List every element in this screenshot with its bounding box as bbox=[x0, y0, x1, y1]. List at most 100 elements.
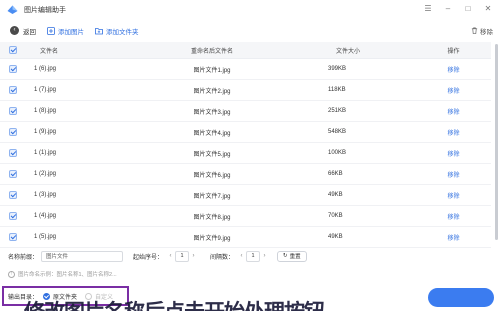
file-table: 文件名 重命名后文件名 文件大小 操作 1 (6).jpg 图片文件1.jpg … bbox=[0, 42, 491, 248]
start-number-label: 起始序号： bbox=[133, 254, 164, 261]
interval-decrement-icon[interactable]: ‹ bbox=[237, 253, 246, 259]
row-size: 399KB bbox=[328, 66, 347, 72]
delete-all-label: 移除 bbox=[480, 28, 493, 36]
row-filename: 1 (5).jpg bbox=[34, 234, 57, 240]
add-folder-button[interactable]: 添加文件夹 bbox=[95, 26, 139, 36]
add-image-label: 添加图片 bbox=[58, 28, 84, 36]
back-button[interactable]: ‹ 返回 bbox=[10, 26, 36, 36]
add-folder-icon bbox=[95, 27, 103, 34]
naming-controls: 名称前缀： 图片文件 起始序号： ‹ 1 › 间隔数： ‹ 1 › ↻ 重置 bbox=[0, 248, 500, 264]
table-row: 1 (1).jpg 图片文件5.jpg 100KB 移除 bbox=[0, 143, 491, 164]
row-checkbox[interactable] bbox=[9, 191, 17, 199]
row-rename: 图片文件8.jpg bbox=[193, 214, 231, 221]
trash-icon bbox=[471, 27, 478, 34]
close-icon[interactable]: ✕ bbox=[484, 4, 492, 13]
window-controls: ☰ – □ ✕ bbox=[424, 4, 492, 13]
header-size: 文件大小 bbox=[336, 48, 361, 55]
hint-text: 图片命名示例：图片名称1、图片名称2... bbox=[18, 272, 117, 278]
row-checkbox[interactable] bbox=[9, 128, 17, 136]
table-row: 1 (6).jpg 图片文件1.jpg 399KB 移除 bbox=[0, 59, 491, 80]
row-checkbox[interactable] bbox=[9, 149, 17, 157]
toolbar: ‹ 返回 添加图片 添加文件夹 移除 bbox=[0, 22, 500, 39]
row-checkbox[interactable] bbox=[9, 107, 17, 115]
interval-value[interactable]: 1 bbox=[246, 250, 261, 262]
reset-label: 重置 bbox=[289, 254, 301, 260]
header-rename: 重命名后文件名 bbox=[190, 48, 233, 55]
row-checkbox[interactable] bbox=[9, 233, 17, 241]
refresh-icon: ↻ bbox=[283, 253, 288, 259]
header-filename: 文件名 bbox=[40, 48, 59, 55]
menu-icon[interactable]: ☰ bbox=[424, 4, 432, 13]
row-rename: 图片文件4.jpg bbox=[193, 130, 231, 137]
start-number-value[interactable]: 1 bbox=[175, 250, 190, 262]
back-label: 返回 bbox=[23, 28, 36, 36]
row-remove-link[interactable]: 移除 bbox=[447, 89, 459, 95]
row-remove-link[interactable]: 移除 bbox=[447, 173, 459, 179]
table-scrollbar[interactable] bbox=[495, 44, 498, 240]
row-rename: 图片文件1.jpg bbox=[193, 67, 231, 74]
add-image-icon bbox=[47, 26, 55, 35]
table-row: 1 (7).jpg 图片文件2.jpg 118KB 移除 bbox=[0, 80, 491, 101]
start-decrement-icon[interactable]: ‹ bbox=[166, 253, 175, 259]
table-row: 1 (5).jpg 图片文件9.jpg 49KB 移除 bbox=[0, 227, 491, 248]
row-size: 251KB bbox=[328, 108, 347, 114]
table-row: 1 (2).jpg 图片文件6.jpg 66KB 移除 bbox=[0, 164, 491, 185]
row-filename: 1 (1).jpg bbox=[34, 150, 57, 156]
add-image-button[interactable]: 添加图片 bbox=[47, 26, 84, 36]
row-rename: 图片文件7.jpg bbox=[193, 193, 231, 200]
row-checkbox[interactable] bbox=[9, 86, 17, 94]
start-number-stepper: ‹ 1 › bbox=[166, 250, 198, 262]
interval-increment-icon[interactable]: › bbox=[260, 253, 269, 259]
row-checkbox[interactable] bbox=[9, 65, 17, 73]
reset-button[interactable]: ↻ 重置 bbox=[277, 250, 307, 262]
overlay-caption: 修改图片名称后点击开始处理按钮 bbox=[24, 296, 325, 311]
row-remove-link[interactable]: 移除 bbox=[447, 236, 459, 242]
app-title: 图片编辑助手 bbox=[24, 6, 66, 14]
row-filename: 1 (3).jpg bbox=[34, 192, 57, 198]
row-filename: 1 (8).jpg bbox=[34, 108, 57, 114]
row-rename: 图片文件9.jpg bbox=[193, 235, 231, 242]
row-filename: 1 (2).jpg bbox=[34, 171, 57, 177]
table-row: 1 (8).jpg 图片文件3.jpg 251KB 移除 bbox=[0, 101, 491, 122]
row-filename: 1 (9).jpg bbox=[34, 129, 57, 135]
row-rename: 图片文件3.jpg bbox=[193, 109, 231, 116]
interval-label: 间隔数： bbox=[210, 254, 235, 261]
table-header: 文件名 重命名后文件名 文件大小 操作 bbox=[0, 42, 491, 59]
table-row: 1 (4).jpg 图片文件8.jpg 70KB 移除 bbox=[0, 206, 491, 227]
row-size: 548KB bbox=[328, 129, 347, 135]
app-logo-icon bbox=[7, 5, 18, 14]
add-folder-label: 添加文件夹 bbox=[106, 28, 139, 36]
row-filename: 1 (7).jpg bbox=[34, 87, 57, 93]
row-size: 49KB bbox=[328, 192, 343, 198]
row-checkbox[interactable] bbox=[9, 212, 17, 220]
row-remove-link[interactable]: 移除 bbox=[447, 194, 459, 200]
prefix-label: 名称前缀： bbox=[8, 254, 39, 261]
row-size: 70KB bbox=[328, 213, 343, 219]
start-process-button[interactable] bbox=[428, 288, 494, 307]
back-arrow-icon: ‹ bbox=[10, 26, 19, 35]
row-filename: 1 (6).jpg bbox=[34, 66, 57, 72]
row-remove-link[interactable]: 移除 bbox=[447, 152, 459, 158]
row-remove-link[interactable]: 移除 bbox=[447, 131, 459, 137]
header-action: 操作 bbox=[447, 48, 460, 55]
select-all-checkbox[interactable] bbox=[9, 46, 17, 54]
row-size: 118KB bbox=[328, 87, 346, 93]
table-row: 1 (3).jpg 图片文件7.jpg 49KB 移除 bbox=[0, 185, 491, 206]
title-bar: 图片编辑助手 ☰ – □ ✕ bbox=[0, 0, 500, 19]
start-increment-icon[interactable]: › bbox=[189, 253, 198, 259]
row-rename: 图片文件5.jpg bbox=[193, 151, 231, 158]
delete-all-button[interactable]: 移除 bbox=[471, 26, 493, 36]
row-remove-link[interactable]: 移除 bbox=[447, 215, 459, 221]
maximize-icon[interactable]: □ bbox=[464, 4, 472, 13]
row-checkbox[interactable] bbox=[9, 170, 17, 178]
naming-hint: ! 图片命名示例：图片名称1、图片名称2... bbox=[8, 270, 117, 278]
row-size: 49KB bbox=[328, 234, 343, 240]
interval-stepper: ‹ 1 › bbox=[237, 250, 269, 262]
info-icon: ! bbox=[8, 270, 15, 278]
minimize-icon[interactable]: – bbox=[444, 4, 452, 13]
row-remove-link[interactable]: 移除 bbox=[447, 68, 459, 74]
prefix-input[interactable]: 图片文件 bbox=[41, 250, 124, 262]
row-size: 66KB bbox=[328, 171, 343, 177]
row-rename: 图片文件2.jpg bbox=[193, 88, 231, 95]
row-remove-link[interactable]: 移除 bbox=[447, 110, 459, 116]
